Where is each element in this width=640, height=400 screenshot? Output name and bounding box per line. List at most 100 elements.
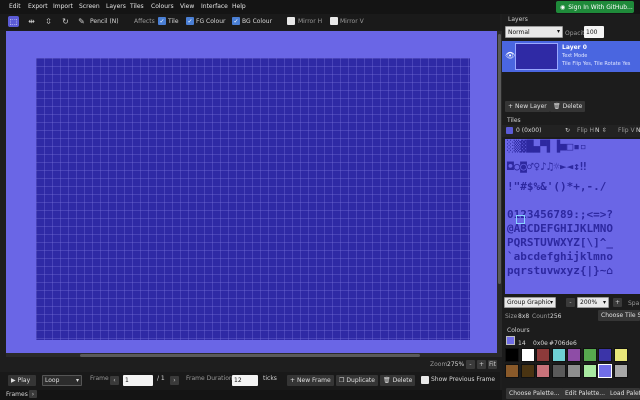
palette-swatch[interactable] [551, 364, 566, 378]
delete-frame-button[interactable]: 🗑 Delete [380, 375, 416, 386]
mirror-v-checkbox[interactable] [330, 17, 338, 25]
flip-h-icon[interactable]: ⇹ [26, 16, 37, 27]
spacing-label: Spa [628, 300, 640, 307]
mirror-h-checkbox[interactable] [287, 17, 295, 25]
palette-swatch[interactable] [505, 364, 519, 378]
flip-v-label: Flip V [618, 127, 635, 134]
chevron-down-icon: ▾ [549, 299, 553, 306]
palette-swatch[interactable] [567, 348, 581, 362]
delete-layer-button[interactable]: 🗑 Delete [550, 101, 586, 112]
zoom-in-button[interactable]: + [477, 360, 486, 369]
tile-glyph-row[interactable]: `abcdefghijklmno [507, 251, 613, 263]
palette-swatch[interactable] [536, 348, 550, 362]
tile-glyph-row[interactable]: !"#$%&'()*+,-./ [507, 181, 606, 193]
horizontal-scroll-thumb[interactable] [80, 354, 420, 357]
menu-interface[interactable]: Interface [201, 3, 228, 10]
fg-colour-checkbox[interactable]: ✓ [186, 17, 194, 25]
tile-sheet[interactable]: ░▒▓█▄▀▌▐■□▪▫ ◘○◙♂♀♪♫☼►◄↕‼ !"#$%&'()*+,-.… [505, 139, 640, 294]
play-button[interactable]: ▶ Play [8, 375, 36, 386]
layer-flags: Tile Flip Yes, Tile Rotate Yes [562, 61, 631, 67]
next-frame-button[interactable]: › [170, 376, 179, 385]
frame-label: Frame [90, 375, 109, 382]
palette-swatch[interactable] [598, 348, 612, 362]
pencil-icon[interactable]: ✎ [76, 16, 87, 27]
ticks-label: ticks [263, 375, 277, 382]
rotate-icon[interactable]: ↻ [60, 16, 71, 27]
palette-swatch[interactable] [520, 364, 535, 378]
tile-zoom-in-button[interactable]: + [613, 298, 622, 307]
flip-v-icon[interactable]: ⇳ [602, 127, 607, 134]
palette-swatch[interactable] [613, 348, 628, 362]
palette-swatch[interactable] [536, 364, 550, 378]
tile-glyph-row[interactable]: @ABCDEFGHIJKLMNO [507, 223, 613, 235]
menu-help[interactable]: Help [232, 3, 246, 10]
tile-glyph-row[interactable]: PQRSTUVWXYZ[\]^_ [507, 237, 613, 249]
palette-swatch[interactable] [520, 348, 535, 362]
affects-label: Affects [134, 18, 155, 25]
tile-glyph-row[interactable]: pqrstuvwxyz{|}~⌂ [507, 265, 613, 277]
tile-group-select[interactable]: Group Graphic ▾ [504, 297, 556, 308]
menu-edit[interactable]: Edit [9, 3, 21, 10]
tiles-header: 0 (0x00) ↻ Flip H N ⇳ Flip V N [502, 125, 640, 137]
tile-zoom-select[interactable]: 200% ▾ [577, 297, 609, 308]
count-value: 256 [550, 313, 562, 320]
rotate-icon[interactable]: ↻ [565, 127, 570, 134]
flip-v-value[interactable]: N [636, 127, 640, 134]
palette-swatch[interactable] [613, 364, 628, 378]
github-sign-in-button[interactable]: ◉ Sign In With GitHub... [556, 1, 634, 13]
loop-select[interactable]: Loop ▾ [42, 375, 82, 386]
tile-select-icon[interactable] [506, 127, 513, 134]
menu-view[interactable]: View [180, 3, 194, 10]
fg-colour-label: FG Colour [196, 18, 226, 25]
flip-h-label: Flip H [577, 127, 595, 134]
flip-v-icon[interactable]: ⇳ [43, 16, 54, 27]
show-previous-frame-checkbox[interactable] [421, 376, 429, 384]
tile-checkbox[interactable]: ✓ [158, 17, 166, 25]
new-frame-button[interactable]: + New Frame [287, 375, 334, 386]
menu-import[interactable]: Import [53, 3, 73, 10]
frames-expand-icon[interactable]: › [29, 390, 37, 398]
frames-tab-label[interactable]: Frames [6, 391, 28, 398]
new-layer-button[interactable]: + New Layer [505, 101, 550, 112]
vertical-scroll-thumb[interactable] [498, 34, 501, 284]
eye-icon[interactable]: 👁 [505, 51, 515, 60]
frame-input[interactable]: 1 [123, 375, 153, 386]
github-sign-in-label: Sign In With GitHub... [568, 3, 633, 11]
palette-swatch[interactable] [551, 348, 566, 362]
palette-swatch[interactable] [598, 364, 612, 378]
menu-colours[interactable]: Colours [151, 3, 174, 10]
zoom-out-button[interactable]: - [466, 360, 475, 369]
flip-h-value[interactable]: N [595, 127, 600, 134]
bg-colour-checkbox[interactable]: ✓ [232, 17, 240, 25]
palette-swatch[interactable] [582, 364, 597, 378]
blend-mode-select[interactable]: Normal ▾ [505, 26, 563, 38]
select-tool-icon[interactable]: ⬚ [8, 16, 19, 27]
duplicate-button[interactable]: ❐ Duplicate [336, 375, 378, 386]
choose-tileset-button[interactable]: Choose Tile Se [598, 310, 640, 321]
palette-swatch[interactable] [567, 364, 581, 378]
edit-palette-button[interactable]: Edit Palette... [562, 388, 609, 399]
toolbar: ⬚ ⇹ ⇳ ↻ ✎ Pencil (N) Affects ✓ Tile ✓ FG… [0, 14, 500, 30]
new-layer-label: New Layer [515, 103, 547, 110]
tile-zoom-out-button[interactable]: - [566, 298, 575, 307]
play-icon: ▶ [11, 377, 16, 384]
menu-export[interactable]: Export [28, 3, 48, 10]
load-palette-button[interactable]: Load Palette... [607, 388, 640, 399]
frame-duration-input[interactable]: 12 [232, 375, 258, 386]
opacity-input[interactable]: 100 [584, 26, 604, 38]
github-icon: ◉ [560, 3, 566, 11]
trash-icon: 🗑 [383, 377, 391, 384]
tile-glyph-row[interactable]: ◘○◙♂♀♪♫☼►◄↕‼ [507, 161, 586, 173]
zoom-fit-button[interactable]: Fit [488, 360, 497, 369]
palette-swatch[interactable] [505, 348, 519, 362]
tile-glyph-row[interactable]: ░▒▓█▄▀▌▐■□▪▫ [507, 141, 586, 153]
tile-grid-canvas[interactable] [36, 58, 470, 340]
palette-swatch[interactable] [582, 348, 597, 362]
menu-tiles[interactable]: Tiles [130, 3, 144, 10]
choose-palette-button[interactable]: Choose Palette... [506, 388, 563, 399]
frame-duration-label: Frame Duration [186, 375, 233, 382]
prev-frame-button[interactable]: ‹ [110, 376, 119, 385]
menu-screen[interactable]: Screen [79, 3, 100, 10]
size-value: 8x8 [518, 313, 530, 320]
menu-layers[interactable]: Layers [106, 3, 126, 10]
